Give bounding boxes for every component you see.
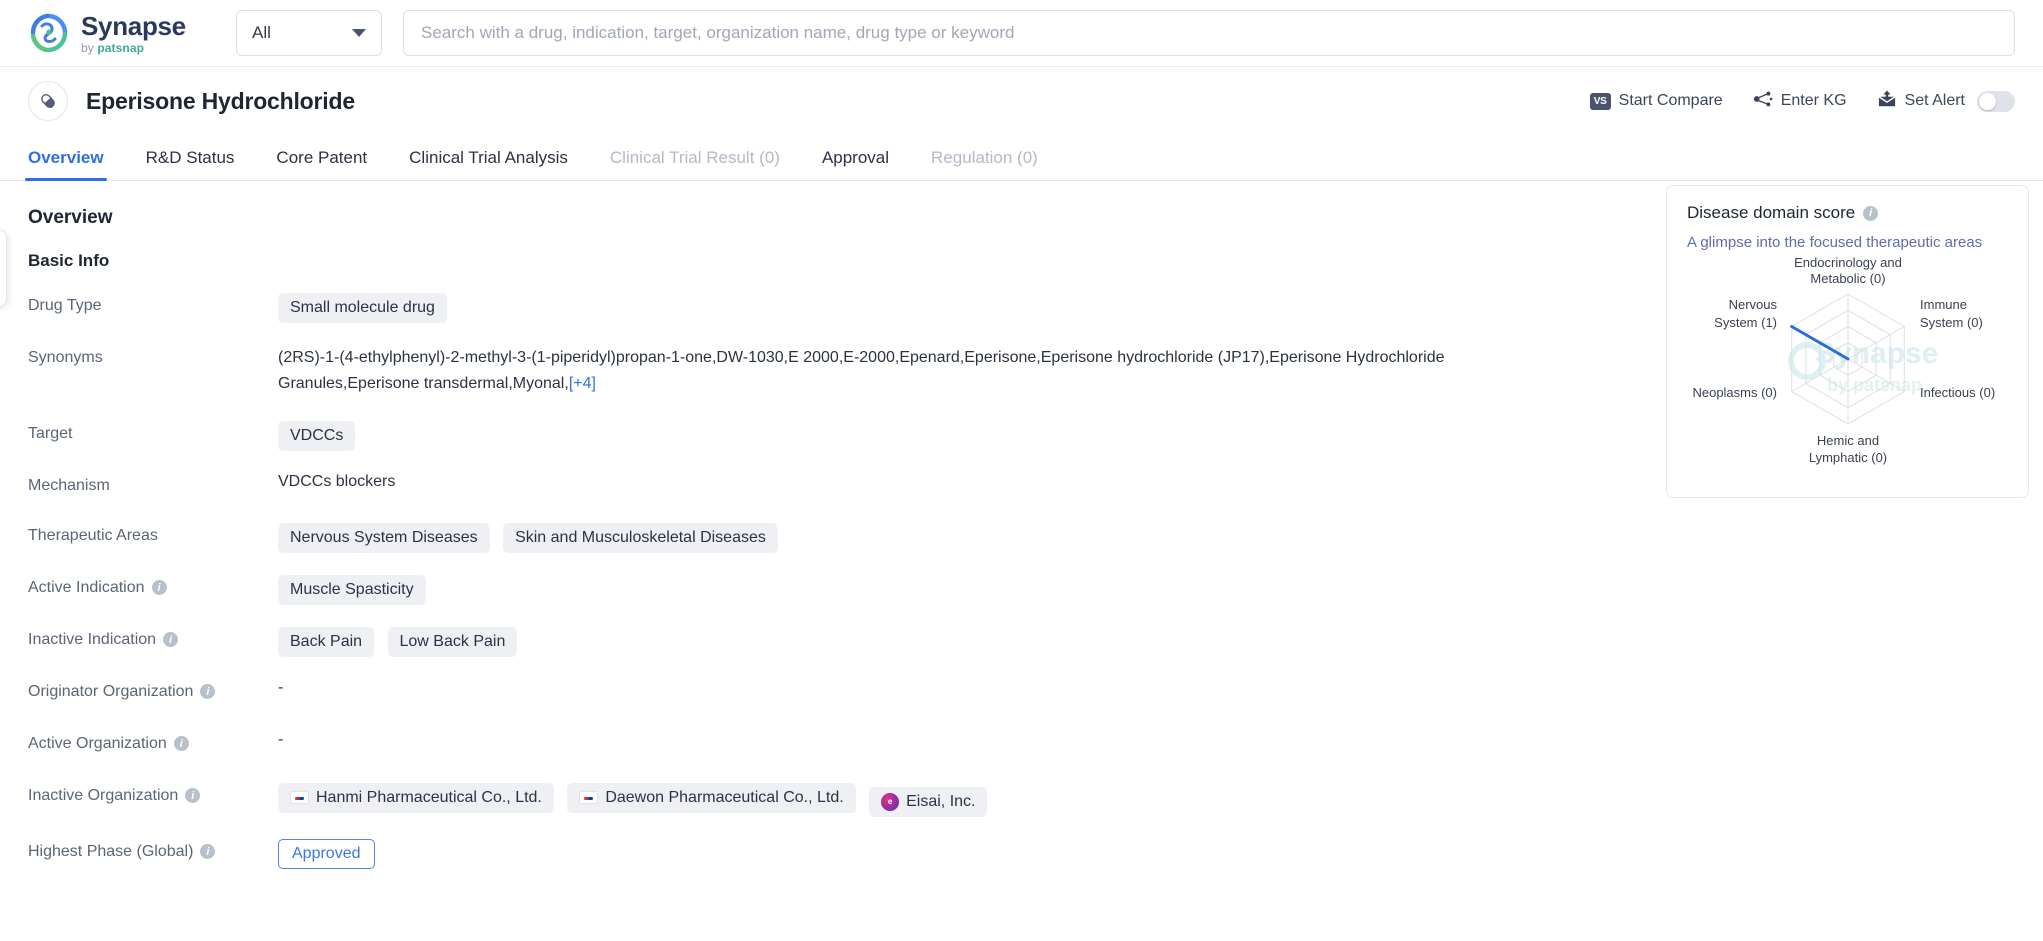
tag-active-indication[interactable]: Muscle Spasticity xyxy=(278,574,426,605)
label-highest-phase: Highest Phase (Global) i xyxy=(28,839,278,861)
info-icon[interactable]: i xyxy=(200,844,216,860)
search-scope-select[interactable]: All xyxy=(236,10,382,56)
tag-therapeutic-area[interactable]: Nervous System Diseases xyxy=(278,522,490,553)
logo-tagline: by patsnap xyxy=(81,40,145,55)
label-target: Target xyxy=(28,424,73,442)
info-icon[interactable]: i xyxy=(151,580,167,596)
start-compare-button[interactable]: VS Start Compare xyxy=(1589,92,1723,110)
row-active-organization: Active Organization i - xyxy=(28,731,2043,753)
synonyms-text: (2RS)-1-(4-ethylphenyl)-2-methyl-3-(1-pi… xyxy=(278,349,1445,392)
disease-domain-score-card: Disease domain score i A glimpse into th… xyxy=(1666,185,2029,498)
tab-approval[interactable]: Approval xyxy=(822,148,889,180)
label-therapeutic-areas: Therapeutic Areas xyxy=(28,526,158,544)
tag-inactive-organization[interactable]: Hanmi Pharmaceutical Co., Ltd. xyxy=(278,782,554,813)
row-inactive-organization: Inactive Organization i Hanmi Pharmaceut… xyxy=(28,782,2043,817)
set-alert-label: Set Alert xyxy=(1904,92,1965,109)
organization-name: Hanmi Pharmaceutical Co., Ltd. xyxy=(316,788,542,806)
row-therapeutic-areas: Therapeutic Areas Nervous System Disease… xyxy=(28,522,2043,553)
start-compare-label: Start Compare xyxy=(1618,92,1723,109)
tab-overview[interactable]: Overview xyxy=(25,148,107,181)
tab-clinical-trial-result: Clinical Trial Result (0) xyxy=(609,148,780,167)
app-logo[interactable]: Synapse by patsnap xyxy=(28,12,200,54)
row-inactive-indication: Inactive Indication i Back Pain Low Back… xyxy=(28,626,2043,657)
chevron-down-icon xyxy=(352,29,366,37)
knowledge-graph-icon xyxy=(1753,90,1773,113)
vs-icon: VS xyxy=(1589,92,1611,110)
logo-wordmark: Synapse xyxy=(81,10,186,41)
label-active-organization: Active Organization i xyxy=(28,731,278,753)
tag-inactive-indication[interactable]: Back Pain xyxy=(278,626,375,657)
flag-kr-icon xyxy=(290,791,309,805)
label-mechanism: Mechanism xyxy=(28,476,110,494)
row-originator-organization: Originator Organization i - xyxy=(28,679,2043,701)
tab-rd-status[interactable]: R&D Status xyxy=(146,148,235,180)
score-card-title: Disease domain score i xyxy=(1687,203,2008,223)
alert-bell-icon xyxy=(1877,89,1897,113)
eisai-logo-icon: e xyxy=(881,792,900,811)
enter-kg-button[interactable]: Enter KG xyxy=(1753,90,1847,113)
tag-target[interactable]: VDCCs xyxy=(278,420,356,451)
search-box[interactable] xyxy=(403,10,2015,56)
info-icon[interactable]: i xyxy=(1863,205,1879,221)
tag-inactive-indication[interactable]: Low Back Pain xyxy=(387,626,518,657)
top-bar: Synapse by patsnap All xyxy=(0,0,2043,67)
synapse-logo-icon xyxy=(28,12,70,54)
tag-inactive-organization[interactable]: Daewon Pharmaceutical Co., Ltd. xyxy=(567,782,856,813)
tab-regulation: Regulation (0) xyxy=(931,148,1038,167)
info-icon[interactable]: i xyxy=(185,788,201,804)
active-organization-value: - xyxy=(278,730,284,748)
row-highest-phase: Highest Phase (Global) i Approved xyxy=(28,838,2043,869)
radar-chart: Synapse by patsnap Endocrinology and Met… xyxy=(1667,251,2028,469)
row-active-indication: Active Indication i Muscle Spasticity xyxy=(28,574,2043,605)
tab-core-patent[interactable]: Core Patent xyxy=(276,148,367,180)
set-alert-control[interactable]: Set Alert xyxy=(1877,89,2015,113)
set-alert-toggle[interactable] xyxy=(1977,90,2015,112)
score-card-subtitle: A glimpse into the focused therapeutic a… xyxy=(1687,234,1983,251)
mechanism-value: VDCCs blockers xyxy=(278,472,396,490)
search-input[interactable] xyxy=(421,23,1997,43)
drug-header: Eperisone Hydrochloride VS Start Compare… xyxy=(0,67,2043,135)
tag-drug-type[interactable]: Small molecule drug xyxy=(278,293,447,323)
label-inactive-indication: Inactive Indication i xyxy=(28,627,278,649)
tag-therapeutic-area[interactable]: Skin and Musculoskeletal Diseases xyxy=(503,522,778,553)
header-actions: VS Start Compare Enter KG Set Alert xyxy=(1589,89,2015,113)
label-synonyms: Synonyms xyxy=(28,349,103,366)
originator-organization-value: - xyxy=(278,678,284,696)
label-active-indication: Active Indication i xyxy=(28,575,278,597)
label-originator-organization: Originator Organization i xyxy=(28,679,278,701)
info-icon[interactable]: i xyxy=(200,684,216,700)
info-icon[interactable]: i xyxy=(173,736,189,752)
info-icon[interactable]: i xyxy=(163,632,179,648)
label-inactive-organization: Inactive Organization i xyxy=(28,783,278,805)
status-badge[interactable]: Approved xyxy=(278,838,375,869)
synonyms-more-link[interactable]: [+4] xyxy=(569,375,596,392)
search-scope-value: All xyxy=(252,23,271,42)
flag-kr-icon xyxy=(579,791,599,805)
page-body: Overview Basic Info Drug Type Small mole… xyxy=(0,181,2043,941)
pill-icon xyxy=(28,81,68,121)
sidebar-toggle-handle[interactable] xyxy=(0,229,7,307)
tab-bar: Overview R&D Status Core Patent Clinical… xyxy=(0,135,2043,181)
tab-clinical-trial-analysis[interactable]: Clinical Trial Analysis xyxy=(409,148,568,180)
label-drug-type: Drug Type xyxy=(28,297,102,314)
organization-name: Daewon Pharmaceutical Co., Ltd. xyxy=(605,788,844,806)
page-title: Eperisone Hydrochloride xyxy=(86,87,355,114)
tag-inactive-organization[interactable]: e Eisai, Inc. xyxy=(869,786,988,817)
enter-kg-label: Enter KG xyxy=(1780,92,1847,109)
organization-name: Eisai, Inc. xyxy=(906,792,976,810)
score-card-header: Disease domain score i A glimpse into th… xyxy=(1667,186,2028,251)
